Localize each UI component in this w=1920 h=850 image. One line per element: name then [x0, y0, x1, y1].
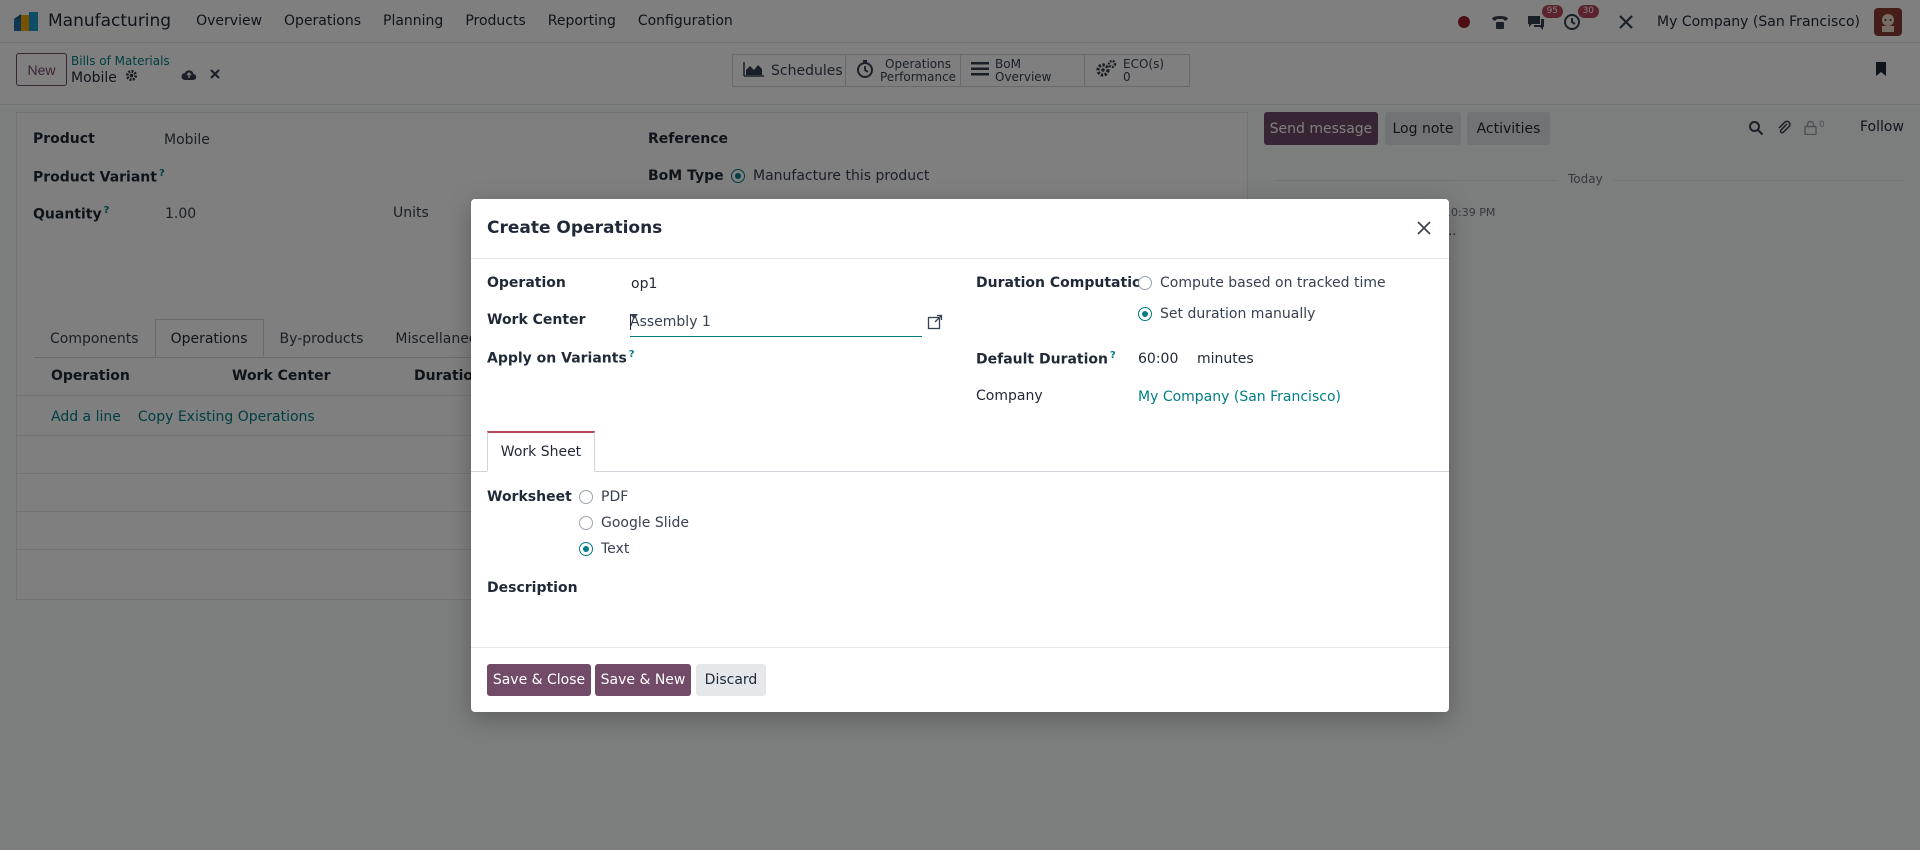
modal-notebook-tabs: Work Sheet: [471, 431, 1449, 472]
worksheet-option-pdf[interactable]: PDF: [579, 489, 628, 505]
apply-on-variants-help[interactable]: ?: [629, 349, 635, 360]
default-duration-help[interactable]: ?: [1110, 350, 1116, 361]
duration-tracked-radio[interactable]: [1138, 276, 1152, 290]
worksheet-pdf-radio[interactable]: [579, 490, 593, 504]
worksheet-pdf-label: PDF: [601, 489, 629, 505]
default-duration-label: Default Duration?: [976, 350, 1116, 368]
company-label: Company: [976, 388, 1043, 404]
duration-tracked-label: Compute based on tracked time: [1160, 275, 1386, 291]
duration-manual-radio[interactable]: [1138, 307, 1152, 321]
close-icon[interactable]: [1413, 217, 1435, 239]
worksheet-option-text[interactable]: Text: [579, 541, 629, 557]
save-new-button[interactable]: Save & New: [595, 664, 691, 696]
apply-on-variants-label: Apply on Variants?: [487, 349, 635, 367]
description-editor[interactable]: [631, 574, 1431, 634]
apply-on-variants-text: Apply on Variants: [487, 350, 627, 367]
operation-input[interactable]: op1: [631, 276, 657, 292]
work-center-input[interactable]: Assembly 1: [630, 311, 922, 337]
modal-header: Create Operations: [471, 199, 1449, 259]
worksheet-option-google-slide[interactable]: Google Slide: [579, 515, 689, 531]
duration-option-tracked[interactable]: Compute based on tracked time: [1138, 275, 1386, 291]
dropdown-arrow-icon[interactable]: [630, 314, 638, 319]
worksheet-label: Worksheet: [487, 489, 572, 505]
worksheet-text-label: Text: [601, 541, 630, 557]
modal-footer: Save & Close Save & New Discard: [471, 647, 1449, 712]
work-center-label: Work Center: [487, 312, 586, 328]
tab-work-sheet[interactable]: Work Sheet: [487, 431, 595, 472]
duration-computation-label: Duration Computation: [976, 275, 1152, 291]
external-link-icon[interactable]: [927, 314, 943, 334]
default-duration-text: Default Duration: [976, 351, 1109, 368]
duration-option-manual[interactable]: Set duration manually: [1138, 306, 1315, 322]
save-close-button[interactable]: Save & Close: [487, 664, 591, 696]
description-label: Description: [487, 580, 578, 596]
work-center-value: Assembly 1: [630, 314, 711, 330]
modal-title: Create Operations: [487, 218, 663, 238]
create-operations-dialog: Create Operations Operation op1 Work Cen…: [471, 199, 1449, 712]
company-field[interactable]: My Company (San Francisco): [1138, 389, 1341, 405]
worksheet-text-radio[interactable]: [579, 542, 593, 556]
worksheet-google-slide-radio[interactable]: [579, 516, 593, 530]
default-duration-input[interactable]: 60:00: [1138, 351, 1178, 367]
discard-button[interactable]: Discard: [696, 664, 766, 696]
duration-unit: minutes: [1197, 351, 1254, 367]
duration-manual-label: Set duration manually: [1160, 306, 1316, 322]
worksheet-google-slide-label: Google Slide: [601, 515, 689, 531]
operation-label: Operation: [487, 275, 566, 291]
